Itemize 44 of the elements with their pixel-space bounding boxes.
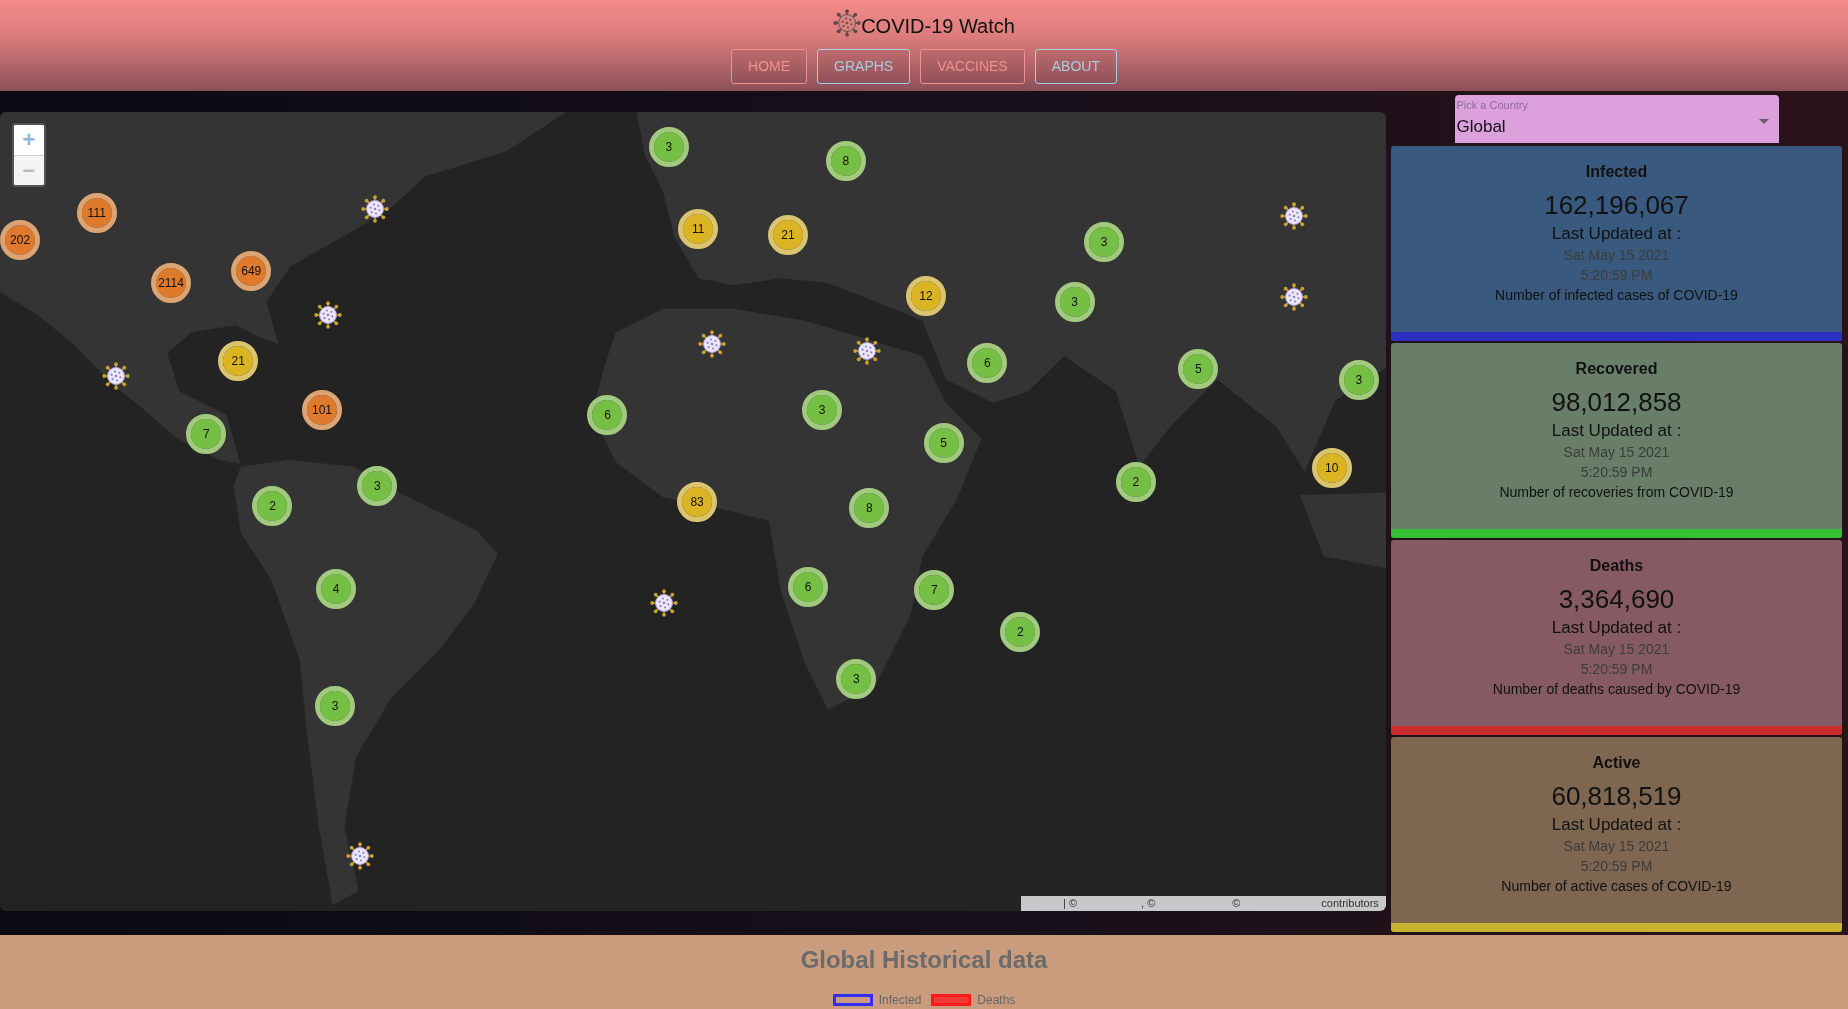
attribution-text: , © (1141, 896, 1156, 911)
updated-label: Last Updated at : (1550, 814, 1683, 836)
virus-icon (833, 9, 862, 37)
app-title: COVID-19 Watch (861, 14, 1015, 39)
case-count: 60,818,519 (1550, 781, 1683, 812)
case-count: 98,012,858 (1550, 387, 1683, 418)
virus-marker-icon[interactable] (650, 589, 679, 618)
attribution-text: | © (1063, 896, 1078, 911)
card-description: Number of deaths caused by COVID-19 (1491, 680, 1742, 699)
card-title: Active (1591, 753, 1642, 773)
update-time: 5:20:59 PM (1579, 660, 1654, 679)
virus-marker-icon[interactable] (313, 300, 342, 329)
section-title: Global Historical data (799, 945, 1049, 974)
case-count: 3,364,690 (1557, 584, 1676, 615)
legend-label: Deaths (977, 994, 1016, 1006)
update-date: Sat May 15 2021 (1562, 443, 1671, 462)
legend-label: Infected (878, 994, 922, 1006)
attribution-text: contributors (1321, 896, 1379, 911)
update-time: 5:20:59 PM (1579, 266, 1654, 285)
update-time: 5:20:59 PM (1579, 463, 1654, 482)
virus-marker-icon[interactable] (698, 330, 727, 359)
virus-marker-icon[interactable] (853, 337, 881, 366)
caret-icon (1758, 119, 1769, 124)
country-select[interactable]: Pick a Country Global (1454, 95, 1779, 143)
virus-marker-icon[interactable] (361, 194, 390, 223)
card-description: Number of infected cases of COVID-19 (1494, 286, 1739, 305)
card-title: Infected (1584, 162, 1649, 182)
card-description: Number of recoveries from COVID-19 (1498, 483, 1735, 502)
card-title: Recovered (1574, 359, 1659, 379)
case-count: 162,196,067 (1543, 190, 1690, 221)
virus-marker-icon[interactable] (1280, 283, 1308, 311)
card-title: Deaths (1588, 556, 1645, 576)
virus-marker-icon[interactable] (345, 841, 374, 870)
updated-label: Last Updated at : (1550, 420, 1683, 442)
attribution-text: © (1232, 896, 1241, 911)
update-date: Sat May 15 2021 (1562, 246, 1671, 265)
update-time: 5:20:59 PM (1579, 857, 1654, 876)
card-description: Number of active cases of COVID-19 (1500, 877, 1733, 896)
virus-marker-icon[interactable] (101, 361, 130, 390)
virus-marker-icon[interactable] (1280, 201, 1308, 230)
update-date: Sat May 15 2021 (1562, 837, 1671, 856)
updated-label: Last Updated at : (1550, 223, 1683, 245)
update-date: Sat May 15 2021 (1562, 640, 1671, 659)
updated-label: Last Updated at : (1550, 617, 1683, 639)
